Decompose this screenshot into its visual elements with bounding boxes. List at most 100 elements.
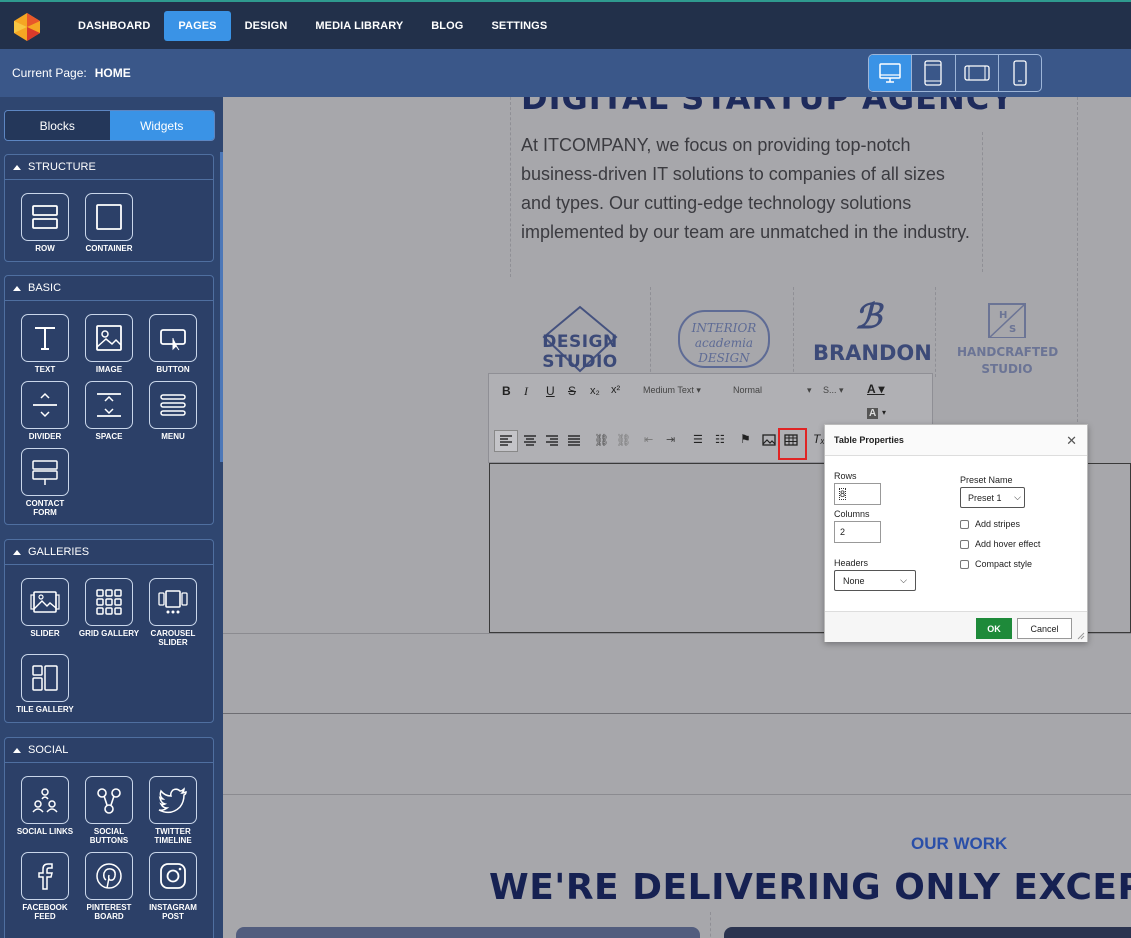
columns-input[interactable]: 2 (834, 521, 881, 543)
format-dropdown[interactable]: Normal ▾ (733, 385, 812, 396)
italic-button[interactable]: I (524, 384, 528, 399)
widget-label: FACEBOOK FEED (22, 903, 68, 921)
bulleted-list-icon[interactable]: ☷ (715, 433, 725, 446)
numbered-list-icon[interactable]: ☰ (693, 433, 703, 446)
nav-media-library[interactable]: MEDIA LIBRARY (301, 11, 417, 41)
client-logo-handcrafted-studio[interactable]: HS HANDCRAFTED STUDIO (957, 302, 1058, 382)
widget-facebook-feed[interactable]: FACEBOOK FEED (13, 852, 77, 921)
tab-blocks[interactable]: Blocks (5, 111, 110, 140)
background-color-dropdown[interactable]: ▾ (882, 408, 886, 417)
client-logo-interior-academia[interactable]: INTERIOR academia DESIGN (669, 307, 779, 373)
underline-button[interactable]: U (546, 384, 555, 398)
nav-dashboard[interactable]: DASHBOARD (64, 11, 164, 41)
tab-widgets[interactable]: Widgets (109, 111, 214, 140)
outdent-icon[interactable]: ⇤ (644, 433, 653, 446)
client-logo-design-studio[interactable]: DESIGN STUDIO (519, 305, 641, 375)
link-icon[interactable]: ⛓ (594, 433, 609, 447)
styles-dropdown[interactable]: S... ▾ (823, 385, 844, 396)
widget-row[interactable]: ROW (13, 193, 77, 253)
hero-paragraph[interactable]: At ITCOMPANY, we focus on providing top-… (521, 131, 971, 247)
preset-name-label: Preset Name (960, 475, 1013, 485)
headers-select[interactable]: None ⌵ (834, 570, 916, 591)
twitter-icon (149, 776, 197, 824)
column-guide (935, 287, 936, 377)
hero-title[interactable]: DIGITAL STARTUP AGENCY (521, 97, 1014, 117)
widget-label: ROW (35, 244, 55, 253)
widget-menu[interactable]: MENU (141, 381, 205, 441)
widget-image[interactable]: IMAGE (77, 314, 141, 374)
add-stripes-checkbox[interactable]: Add stripes (960, 519, 1020, 529)
anchor-flag-icon[interactable]: ⚑ (740, 432, 751, 446)
text-color-icon[interactable]: A ▾ (867, 382, 885, 396)
compact-style-checkbox[interactable]: Compact style (960, 559, 1032, 569)
add-hover-effect-checkbox[interactable]: Add hover effect (960, 539, 1040, 549)
text-icon (21, 314, 69, 362)
section-header-galleries[interactable]: GALLERIES (5, 540, 213, 565)
nav-blog[interactable]: BLOG (417, 11, 477, 41)
work-card-image[interactable] (236, 927, 700, 938)
widget-carousel-slider[interactable]: CAROUSEL SLIDER (141, 578, 205, 647)
widget-space[interactable]: SPACE (77, 381, 141, 441)
checkbox-box[interactable] (960, 539, 969, 549)
font-size-dropdown[interactable]: Medium Text ▾ (643, 385, 701, 396)
strikethrough-button[interactable]: S (568, 384, 576, 398)
cancel-button[interactable]: Cancel (1017, 618, 1072, 639)
nav-pages[interactable]: PAGES (164, 10, 231, 41)
widget-label: CONTACT FORM (25, 499, 65, 517)
logo-icon (14, 12, 40, 41)
rows-input[interactable]: 8 (834, 483, 881, 505)
ok-button[interactable]: OK (976, 618, 1012, 639)
widget-twitter-timeline[interactable]: TWITTER TIMELINE (141, 776, 205, 845)
section-header-social[interactable]: SOCIAL (5, 738, 213, 763)
logo-text: INTERIOR academia DESIGN (691, 321, 757, 365)
widget-divider[interactable]: DIVIDER (13, 381, 77, 441)
column-guide (510, 97, 511, 277)
widget-grid-gallery[interactable]: GRID GALLERY (77, 578, 141, 638)
widget-button[interactable]: BUTTON (141, 314, 205, 374)
widget-instagram-post[interactable]: INSTAGRAM POST (141, 852, 205, 921)
align-right-icon[interactable] (545, 435, 559, 447)
widget-tile-gallery[interactable]: TILE GALLERY (13, 654, 77, 714)
preset-name-select[interactable]: Preset 1 ⌵ (960, 487, 1025, 508)
widget-contact-form[interactable]: CONTACT FORM (13, 448, 77, 517)
align-center-icon[interactable] (523, 435, 537, 447)
checkbox-box[interactable] (960, 559, 969, 569)
resize-handle-icon[interactable] (1077, 632, 1085, 640)
section-title: SOCIAL (28, 744, 69, 756)
device-desktop-button[interactable] (869, 55, 913, 91)
client-logo-brandon[interactable]: ℬ BRANDON (813, 297, 932, 367)
close-icon[interactable]: ✕ (1066, 433, 1077, 449)
section-title: BASIC (28, 282, 62, 294)
section-header-structure[interactable]: STRUCTURE (5, 155, 213, 180)
checkbox-box[interactable] (960, 519, 969, 529)
device-tablet-button[interactable] (912, 55, 956, 91)
widget-text[interactable]: TEXT (13, 314, 77, 374)
device-mobile-button[interactable] (999, 55, 1041, 91)
device-tablet-landscape-button[interactable] (956, 55, 999, 91)
bold-button[interactable]: B (502, 384, 511, 398)
widget-social-buttons[interactable]: SOCIAL BUTTONS (77, 776, 141, 845)
subscript-button[interactable]: x₂ (590, 385, 600, 397)
widget-label: DIVIDER (28, 432, 62, 441)
device-switcher (868, 54, 1042, 92)
work-card-image[interactable] (724, 927, 1131, 938)
our-work-label[interactable]: OUR WORK (911, 834, 1007, 854)
nav-settings[interactable]: SETTINGS (477, 11, 561, 41)
columns-value: 2 (840, 527, 846, 537)
widget-container[interactable]: CONTAINER (77, 193, 141, 253)
checkbox-label: Compact style (975, 559, 1033, 569)
indent-icon[interactable]: ⇥ (666, 433, 675, 446)
superscript-button[interactable]: x² (611, 384, 620, 396)
section-header-basic[interactable]: BASIC (5, 276, 213, 301)
insert-image-icon[interactable] (762, 434, 776, 446)
checkbox-label: Add hover effect (975, 539, 1041, 549)
widget-pinterest-board[interactable]: PINTEREST BOARD (77, 852, 141, 921)
delivering-title[interactable]: WE'RE DELIVERING ONLY EXCEPTIONA (489, 867, 1131, 908)
current-page: Current Page: HOME (12, 66, 131, 80)
widget-social-links[interactable]: SOCIAL LINKS (13, 776, 77, 836)
nav-design[interactable]: DESIGN (231, 11, 302, 41)
unlink-icon[interactable]: ⛓ (616, 433, 631, 447)
widget-slider[interactable]: SLIDER (13, 578, 77, 638)
align-justify-icon[interactable] (567, 435, 581, 447)
background-color-icon[interactable]: A (867, 408, 879, 419)
